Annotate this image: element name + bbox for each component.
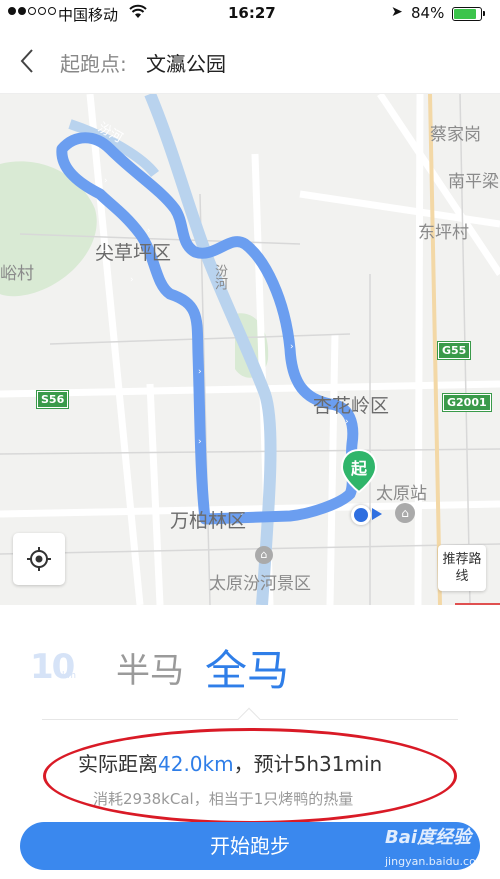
distance-label: 实际距离 bbox=[78, 752, 158, 776]
svg-text:›: › bbox=[198, 367, 202, 377]
clock: 16:27 bbox=[228, 4, 276, 22]
map-label: 万柏林区 bbox=[170, 510, 247, 532]
battery-icon bbox=[452, 7, 485, 21]
map-label: 汾河 bbox=[212, 264, 227, 290]
start-marker[interactable]: 起 bbox=[340, 448, 378, 494]
location-arrow-icon: ➤ bbox=[391, 4, 403, 20]
time-estimate: ，预计5h31min bbox=[233, 752, 383, 776]
locate-button[interactable] bbox=[13, 533, 65, 585]
option-10k[interactable]: 10 bbox=[30, 647, 75, 687]
start-point-name: 文瀛公园 bbox=[146, 52, 226, 76]
svg-text:›: › bbox=[130, 275, 134, 285]
option-full-marathon[interactable]: 全马 bbox=[205, 637, 289, 698]
option-10k-unit: km bbox=[62, 671, 76, 681]
start-marker-label: 起 bbox=[350, 459, 367, 478]
crosshair-icon bbox=[27, 547, 51, 571]
heading-arrow-icon bbox=[372, 508, 382, 520]
distance-value: 42.0km bbox=[158, 752, 234, 776]
map-label: 南平梁 bbox=[448, 172, 499, 192]
distance-summary: 实际距离42.0km，预计5h31min bbox=[78, 748, 382, 777]
scenic-spot-icon: ⌂ bbox=[255, 546, 273, 564]
watermark-subtext: jingyan.baidu.com bbox=[385, 855, 487, 868]
nav-header: 起跑点: 文瀛公园 bbox=[0, 28, 500, 94]
status-bar: 中国移动 16:27 ➤ 84% bbox=[0, 0, 500, 28]
wifi-icon bbox=[129, 4, 147, 24]
station-icon: ⌂ bbox=[395, 503, 415, 523]
route-map[interactable]: › › › › › › › › 蔡家岗 南平梁 东坪村 尖草坪区 峪村 杏花岭区 太原站 … bbox=[0, 94, 500, 605]
map-label: 东坪村 bbox=[418, 223, 469, 243]
recommended-route-button[interactable]: 推荐路线 bbox=[438, 545, 486, 591]
map-label: 太原站 bbox=[376, 484, 427, 504]
battery-percentage: 84% bbox=[411, 4, 445, 22]
distance-panel: 10 km 半马 全马 实际距离42.0km，预计5h31min 消耗2938k… bbox=[0, 605, 500, 879]
map-label: 杏花岭区 bbox=[313, 395, 390, 417]
map-label: 太原汾河景区 bbox=[209, 574, 311, 594]
highway-shield: G55 bbox=[436, 341, 472, 360]
option-half-marathon[interactable]: 半马 bbox=[116, 643, 184, 692]
map-label: 峪村 bbox=[0, 264, 34, 284]
screen: 中国移动 16:27 ➤ 84% 起跑点: 文瀛公园 › › › › › › ›… bbox=[0, 0, 500, 879]
watermark-text: Bai度经验 bbox=[385, 827, 472, 848]
highway-shield: S56 bbox=[35, 390, 70, 409]
start-point-label: 起跑点: bbox=[60, 52, 127, 76]
signal-strength-icon bbox=[8, 7, 56, 15]
svg-text:›: › bbox=[147, 226, 151, 236]
svg-text:›: › bbox=[198, 437, 202, 447]
selection-pointer bbox=[237, 707, 261, 731]
back-button[interactable] bbox=[14, 46, 42, 76]
map-label: 尖草坪区 bbox=[95, 242, 172, 264]
baidu-watermark: Bai度经验 jingyan.baidu.com bbox=[385, 823, 487, 870]
chevron-left-icon bbox=[20, 49, 33, 73]
svg-text:›: › bbox=[104, 176, 108, 186]
map-label: 蔡家岗 bbox=[430, 125, 481, 145]
carrier-name: 中国移动 bbox=[58, 6, 119, 24]
current-location-icon bbox=[351, 505, 371, 525]
calorie-summary: 消耗2938kCal，相当于1只烤鸭的热量 bbox=[93, 790, 354, 808]
highway-shield: G2001 bbox=[442, 393, 492, 412]
map-canvas: ››› ››› ›› bbox=[0, 94, 500, 605]
svg-text:›: › bbox=[345, 417, 349, 427]
svg-text:›: › bbox=[290, 342, 294, 352]
